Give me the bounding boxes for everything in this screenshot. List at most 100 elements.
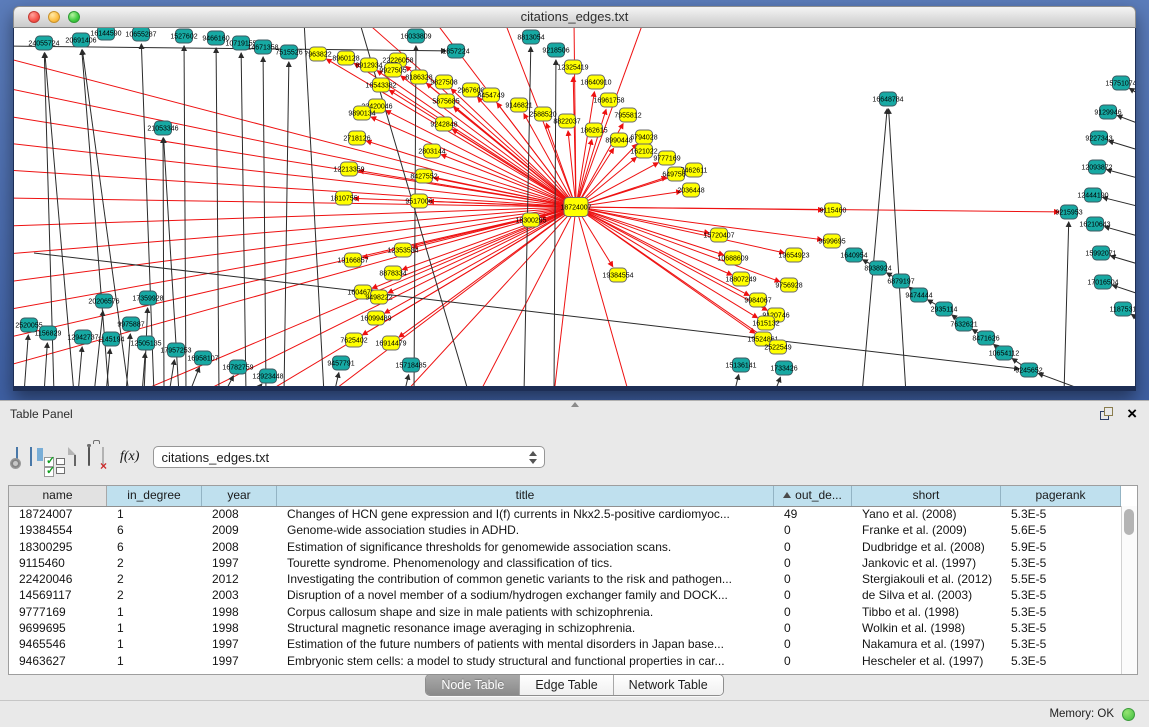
graph-node[interactable]: 16648784 <box>872 92 903 106</box>
graph-edge[interactable] <box>404 375 409 386</box>
graph-node[interactable]: 7955812 <box>614 108 641 122</box>
graph-node[interactable]: 1733426 <box>770 361 797 375</box>
graph-node[interactable]: 7625402 <box>340 333 367 347</box>
graph-edge[interactable] <box>1131 314 1135 323</box>
graph-node[interactable]: 8471626 <box>972 331 999 345</box>
graph-edge[interactable] <box>576 140 592 207</box>
graph-node[interactable]: 16958107 <box>187 351 218 365</box>
graph-node[interactable]: 16099489 <box>360 311 391 325</box>
graph-edge[interactable] <box>44 343 47 386</box>
graph-edge[interactable] <box>576 207 629 386</box>
graph-edge[interactable] <box>216 48 219 386</box>
graph-edge[interactable] <box>78 347 82 386</box>
graph-edge[interactable] <box>862 109 887 386</box>
graph-edge[interactable] <box>734 375 739 386</box>
graph-node[interactable]: 8813054 <box>517 30 544 44</box>
graph-edge[interactable] <box>1038 373 1094 386</box>
tab-network-table[interactable]: Network Table <box>614 675 723 695</box>
graph-node[interactable]: 9227343 <box>1085 131 1112 145</box>
graph-node[interactable]: 9218506 <box>542 43 569 57</box>
graph-node[interactable]: 2036448 <box>677 183 704 197</box>
graph-node[interactable]: 18640910 <box>580 75 611 89</box>
close-panel-icon[interactable]: × <box>1127 407 1137 420</box>
table-row[interactable]: 911546021997Tourette syndrome. Phenomeno… <box>9 555 1122 571</box>
graph-node[interactable]: 12923448 <box>252 369 283 383</box>
network-canvas[interactable]: 1872400724055724206914061614459010655287… <box>14 28 1135 386</box>
graph-node[interactable]: 9245652 <box>1015 363 1042 377</box>
graph-node[interactable]: 9827508 <box>430 75 457 89</box>
graph-node[interactable]: 9457791 <box>327 356 354 370</box>
table-row[interactable]: 969969511998Structural magnetic resonanc… <box>9 620 1122 636</box>
graph-edge[interactable] <box>774 377 780 386</box>
graph-node[interactable]: 9756928 <box>775 278 802 292</box>
column-header-short[interactable]: short <box>852 486 1001 506</box>
column-header-out_de[interactable]: out_de... <box>774 486 852 506</box>
graph-node[interactable]: 19384554 <box>602 268 633 282</box>
graph-node[interactable]: 16782759 <box>222 360 253 374</box>
graph-node[interactable]: 9699695 <box>818 234 845 248</box>
table-row[interactable]: 1872400712008Changes of HCN gene express… <box>9 506 1122 522</box>
graph-node[interactable]: 12213359 <box>333 162 364 176</box>
graph-edge[interactable] <box>1117 116 1135 126</box>
graph-node[interactable]: 1862615 <box>580 123 607 137</box>
graph-node[interactable]: 12093872 <box>1081 160 1112 174</box>
graph-edge[interactable] <box>402 207 576 270</box>
graph-node[interactable]: 2803144 <box>418 144 445 158</box>
column-header-name[interactable]: name <box>9 486 107 506</box>
graph-edge[interactable] <box>334 373 339 386</box>
graph-edge[interactable] <box>576 207 780 282</box>
graph-node[interactable]: 20206576 <box>88 294 119 308</box>
graph-node[interactable]: 12325419 <box>557 60 588 74</box>
network-graph-svg[interactable]: 1872400724055724206914061614459010655287… <box>14 28 1135 386</box>
zoom-window-button[interactable] <box>68 11 80 23</box>
graph-node[interactable]: 10688609 <box>717 251 748 265</box>
graph-node[interactable]: 18724007 <box>560 198 591 217</box>
graph-edge[interactable] <box>263 57 266 386</box>
graph-edge[interactable] <box>1064 222 1069 386</box>
graph-node[interactable]: 12444190 <box>1077 188 1108 202</box>
graph-node[interactable]: 16961758 <box>593 93 624 107</box>
graph-node[interactable]: 5875685 <box>432 94 459 108</box>
graph-node[interactable]: 1187531 <box>1110 302 1135 316</box>
graph-node[interactable]: 10655287 <box>125 28 156 41</box>
graph-node[interactable]: 15751074 <box>1105 76 1135 90</box>
graph-edge[interactable] <box>889 109 906 386</box>
graph-node[interactable]: 16543382 <box>365 78 396 92</box>
graph-node[interactable]: 7515526 <box>275 45 302 59</box>
graph-node[interactable]: 15718485 <box>395 358 426 372</box>
graph-edge[interactable] <box>576 207 1059 212</box>
graph-node[interactable]: 9242848 <box>430 117 457 131</box>
column-header-in_degree[interactable]: in_degree <box>107 486 202 506</box>
graph-node[interactable]: 1857224 <box>442 44 469 58</box>
graph-node[interactable]: 6794028 <box>630 130 657 144</box>
graph-node[interactable]: 2718126 <box>343 131 370 145</box>
graph-node[interactable]: 9129946 <box>1094 105 1121 119</box>
table-row[interactable]: 2242004622012Investigating the contribut… <box>9 571 1122 587</box>
graph-edge[interactable] <box>576 207 723 255</box>
graph-edge[interactable] <box>184 46 186 386</box>
graph-node[interactable]: 9115460 <box>820 203 847 217</box>
table-row[interactable]: 1938455462009Genome-wide association stu… <box>9 522 1122 538</box>
graph-edge[interactable] <box>1112 285 1135 296</box>
table-row[interactable]: 946362711997Embryonic stem cells: a mode… <box>9 653 1122 669</box>
table-settings-button[interactable] <box>16 448 18 466</box>
graph-node[interactable]: 16033809 <box>400 29 431 43</box>
graph-edge[interactable] <box>1129 88 1135 98</box>
graph-node[interactable]: 17016504 <box>1087 275 1118 289</box>
table-row[interactable]: 946554611997Estimation of the future num… <box>9 636 1122 652</box>
graph-node[interactable]: 12505135 <box>130 336 161 350</box>
graph-edge[interactable] <box>169 360 174 386</box>
graph-edge[interactable] <box>576 207 784 253</box>
table-row[interactable]: 1456911722003Disruption of a novel membe… <box>9 587 1122 603</box>
select-columns-button[interactable] <box>30 448 32 466</box>
graph-edge[interactable] <box>554 207 576 386</box>
graph-edge[interactable] <box>14 207 576 226</box>
graph-edge[interactable] <box>1109 141 1135 152</box>
tab-edge-table[interactable]: Edge Table <box>520 675 613 695</box>
graph-edge[interactable] <box>14 116 576 207</box>
function-builder-button[interactable]: f(x) <box>120 449 139 465</box>
table-source-dropdown[interactable]: citations_edges.txt <box>153 446 545 468</box>
graph-edge[interactable] <box>576 207 749 295</box>
graph-node[interactable]: 8878334 <box>379 266 406 280</box>
graph-node[interactable]: 10654112 <box>989 346 1020 360</box>
